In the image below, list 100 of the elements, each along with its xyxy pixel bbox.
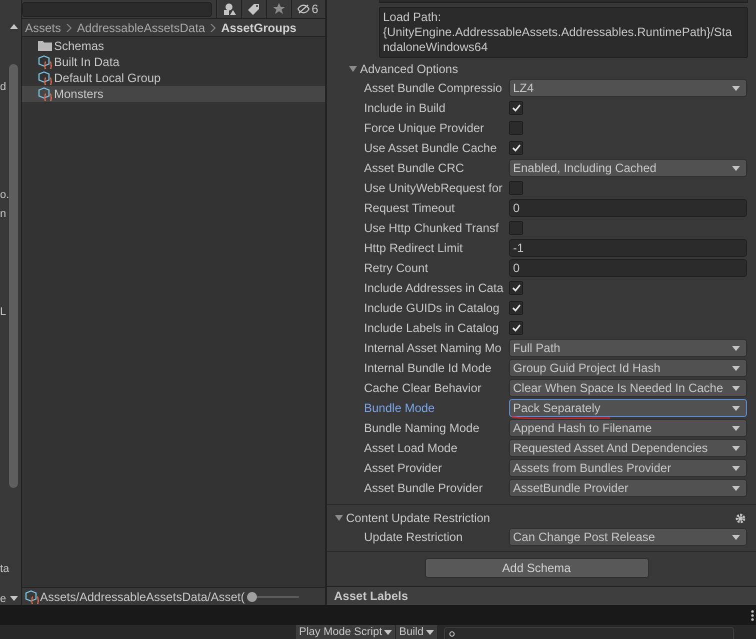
check-icon	[512, 284, 520, 292]
tag-icon	[248, 3, 260, 15]
text-fragment: d	[0, 80, 6, 94]
field-label: Asset Bundle Provider	[364, 480, 484, 497]
eye-slash-icon	[296, 4, 310, 14]
field-label: Update Restriction	[364, 529, 464, 546]
more-options-icon[interactable]	[751, 610, 754, 620]
field-label: Include Addresses in Cata	[364, 280, 504, 297]
folder-icon	[38, 40, 52, 52]
caret-icon	[732, 426, 740, 430]
load-path-line: ndaloneWindows64	[383, 40, 489, 55]
input-field[interactable]: -1	[509, 239, 747, 257]
load-path-line: {UnityEngine.AddressableAssets.Addressables.RuntimePath}/Sta	[383, 24, 733, 40]
checkbox[interactable]	[509, 301, 523, 315]
shapes-icon	[222, 2, 236, 16]
dropdown[interactable]: Group Guid Project Id Hash	[509, 359, 747, 377]
foldout-arrow-icon[interactable]	[349, 64, 357, 73]
checkbox[interactable]	[509, 121, 523, 135]
checkbox[interactable]	[509, 181, 523, 195]
field-label: Use Asset Bundle Cache	[364, 140, 498, 157]
caret-icon	[732, 86, 740, 90]
group-icon	[38, 71, 52, 85]
field-label: Asset Bundle Compressio	[364, 80, 504, 97]
field-label: Asset Bundle CRC	[364, 160, 466, 177]
asset-item[interactable]: Monsters	[22, 86, 325, 102]
caret-icon	[426, 630, 434, 634]
dropdown[interactable]: LZ4	[509, 79, 747, 97]
scroll-up-icon[interactable]	[10, 24, 18, 29]
star-icon	[273, 3, 285, 15]
field-label: Http Redirect Limit	[364, 240, 464, 257]
field-label: Internal Bundle Id Mode	[364, 360, 492, 377]
breadcrumb-link[interactable]: AddressableAssetsData	[77, 18, 206, 36]
caret-icon	[732, 346, 740, 350]
checkbox[interactable]	[509, 281, 523, 295]
field-label: Retry Count	[364, 260, 430, 277]
caret-icon	[732, 386, 740, 390]
check-icon	[512, 324, 520, 332]
checkbox[interactable]	[509, 141, 523, 155]
field-label: Use UnityWebRequest for	[364, 180, 504, 197]
text-fragment: ta	[0, 562, 10, 576]
toolbar-dropdown[interactable]: Build	[396, 625, 437, 639]
settings-icon[interactable]	[735, 512, 746, 524]
asset-item[interactable]: Schemas	[22, 38, 325, 54]
field-label: Asset Provider	[364, 460, 444, 477]
input-field[interactable]: 0	[509, 259, 747, 277]
breadcrumb-link[interactable]: AssetGroups	[221, 18, 296, 36]
text-fragment: L	[0, 305, 6, 319]
check-icon	[512, 304, 520, 312]
text-fragment: o.	[0, 188, 10, 202]
caret-icon	[732, 486, 740, 490]
dropdown[interactable]: Full Path	[509, 339, 747, 357]
dropdown[interactable]: Pack Separately	[509, 399, 747, 417]
group-icon	[38, 87, 52, 101]
field-label: Use Http Chunked Transf	[364, 220, 500, 237]
section-title[interactable]: Content Update Restriction	[346, 509, 732, 527]
text-fragment: n	[0, 207, 6, 221]
asset-path: Assets/AddressableAssetsData/Asset(	[40, 588, 245, 606]
foldout-arrow-icon[interactable]	[335, 514, 343, 522]
scrollbar[interactable]	[9, 64, 18, 488]
scroll-down-icon[interactable]	[10, 596, 18, 601]
checkbox[interactable]	[509, 221, 523, 235]
panel-header: Asset Labels	[334, 588, 408, 605]
search-field[interactable]	[444, 627, 734, 639]
chevron-right-icon	[210, 24, 216, 32]
toolbar-dropdown[interactable]: Play Mode Script	[296, 625, 396, 639]
caret-icon	[732, 406, 740, 410]
dropdown[interactable]: Requested Asset And Dependencies	[509, 439, 747, 457]
caret-icon	[732, 534, 740, 540]
dropdown[interactable]: AssetBundle Provider	[509, 479, 747, 497]
field-label: Include in Build	[364, 100, 446, 117]
caret-icon	[384, 630, 392, 634]
check-icon	[512, 144, 520, 152]
breadcrumb-link[interactable]: Assets	[25, 18, 62, 36]
dropdown[interactable]: Assets from Bundles Provider	[509, 459, 747, 477]
check-icon	[512, 104, 520, 112]
add-schema-button[interactable]: Add Schema	[424, 558, 648, 578]
section-title[interactable]: Advanced Options	[360, 60, 458, 78]
field-label: Request Timeout	[364, 200, 456, 217]
field-label: Bundle Naming Mode	[364, 420, 480, 437]
dropdown[interactable]: Append Hash to Filename	[509, 419, 747, 437]
caret-icon	[732, 466, 740, 470]
dropdown[interactable]: Clear When Space Is Needed In Cache	[509, 379, 747, 397]
asset-item[interactable]: Built In Data	[22, 54, 325, 70]
checkbox[interactable]	[509, 321, 523, 335]
group-icon	[25, 590, 39, 604]
chevron-right-icon	[66, 24, 72, 32]
field-label: Force Unique Provider	[364, 120, 486, 137]
group-icon	[38, 55, 52, 69]
dropdown[interactable]: Can Change Post Release	[509, 528, 747, 546]
field-label: Bundle Mode	[364, 400, 436, 417]
search-icon	[448, 631, 457, 639]
field-label: Include GUIDs in Catalog	[364, 300, 500, 317]
load-path-line: Load Path:	[383, 10, 442, 25]
zoom-slider-thumb[interactable]	[246, 592, 257, 602]
asset-item[interactable]: Default Local Group	[22, 70, 325, 86]
input-field[interactable]: 0	[509, 199, 747, 217]
field-label: Cache Clear Behavior	[364, 380, 482, 397]
dropdown[interactable]: Enabled, Including Cached	[509, 159, 747, 177]
checkbox[interactable]	[509, 101, 523, 115]
caret-icon	[732, 446, 740, 450]
